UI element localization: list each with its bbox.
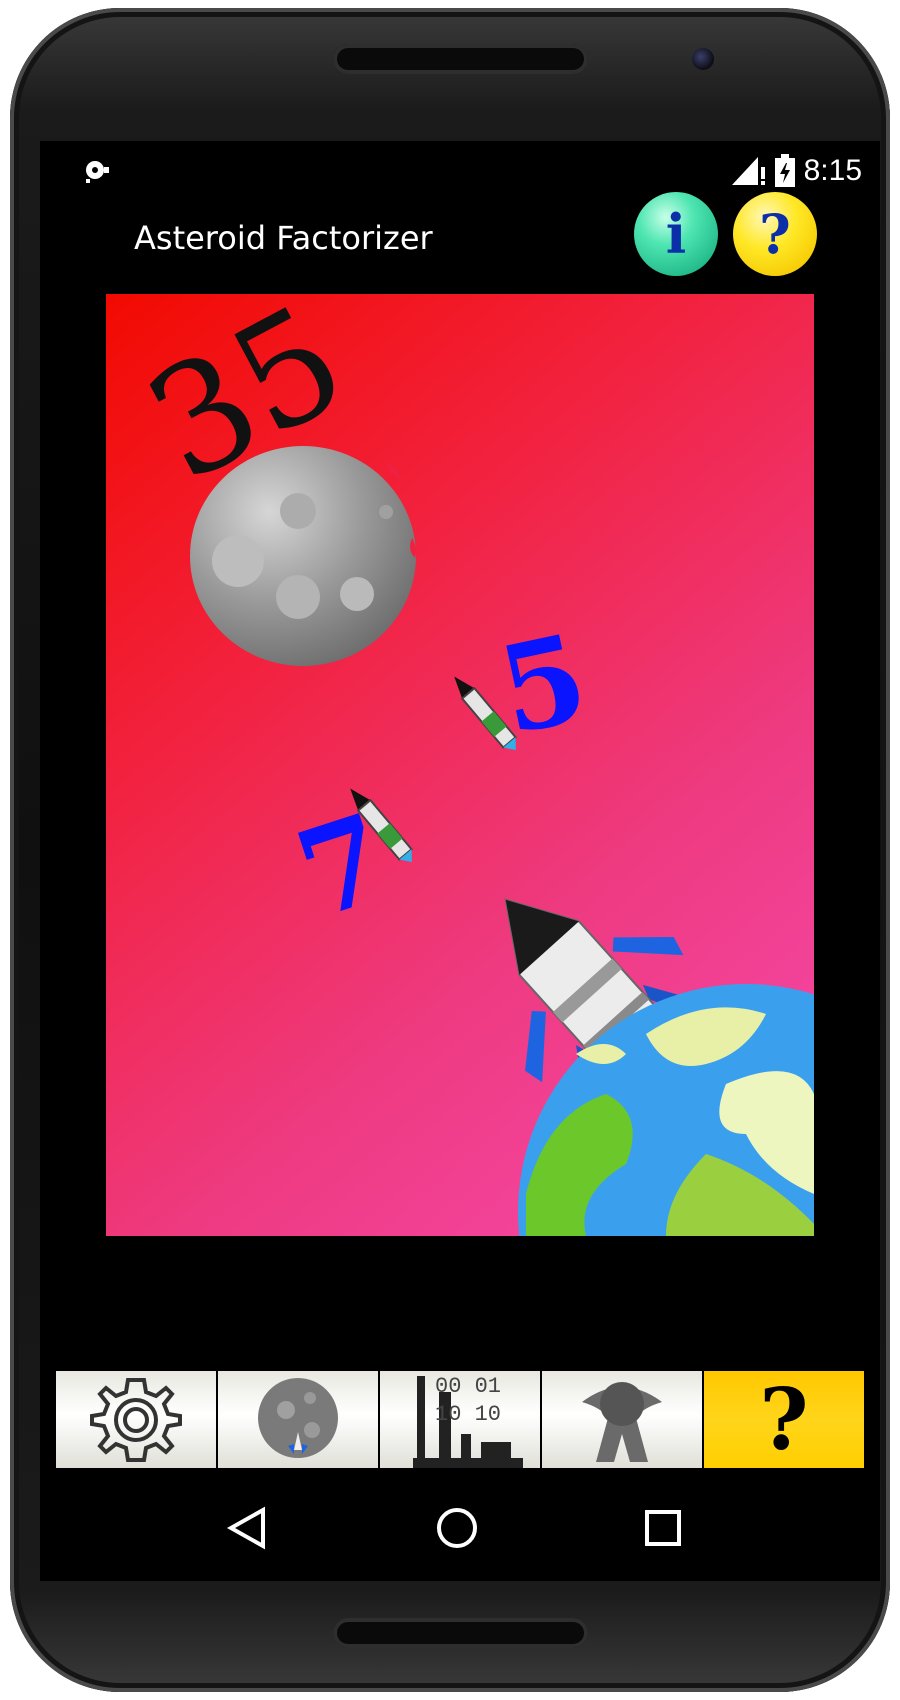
asteroid-rocket-icon <box>258 1377 338 1458</box>
screen: 8:15 35 5 7 00 01 10 10 ? <box>40 141 880 1581</box>
recents-button[interactable] <box>628 1493 698 1563</box>
back-button[interactable] <box>212 1493 282 1563</box>
signal-icon <box>731 157 765 185</box>
help-button[interactable]: ? <box>733 192 817 276</box>
settings-gear-icon <box>90 1377 182 1462</box>
bottom-speaker <box>333 1618 588 1648</box>
info-button[interactable]: i <box>634 192 718 276</box>
settings-button[interactable] <box>56 1371 218 1468</box>
status-bar: 8:15 <box>40 141 880 201</box>
asteroid[interactable] <box>190 445 416 666</box>
front-camera <box>692 48 714 70</box>
top-speaker <box>333 44 588 74</box>
help-icon: ? <box>759 202 791 266</box>
game-canvas[interactable]: 35 5 7 <box>106 294 814 1236</box>
status-time: 8:15 <box>803 154 862 187</box>
help-tool-button[interactable]: ? <box>704 1371 864 1468</box>
navigation-bar <box>40 1471 880 1581</box>
factor-7: 7 <box>281 787 404 947</box>
home-icon <box>437 1508 477 1548</box>
award-badge-icon <box>582 1381 662 1462</box>
recents-icon <box>645 1510 681 1546</box>
play-asteroid-button[interactable] <box>218 1371 380 1468</box>
binary-line-2: 10 10 <box>435 1402 501 1427</box>
app-title: Asteroid Factorizer <box>134 219 433 257</box>
home-button[interactable] <box>422 1493 492 1563</box>
game-scene: 35 5 7 <box>121 294 814 1236</box>
info-icon: i <box>665 202 687 266</box>
binary-line-1: 00 01 <box>435 1374 501 1399</box>
achievements-button[interactable] <box>542 1371 704 1468</box>
help-icon: ? <box>759 1369 809 1469</box>
battery-icon <box>774 154 795 187</box>
back-icon <box>226 1506 265 1550</box>
binary-stats-icon: 00 01 10 10 <box>413 1374 523 1468</box>
stats-button[interactable]: 00 01 10 10 <box>380 1371 542 1468</box>
bottom-toolbar: 00 01 10 10 ? <box>56 1371 864 1468</box>
status-right: 8:15 <box>731 153 862 189</box>
notification-icon <box>86 161 109 183</box>
